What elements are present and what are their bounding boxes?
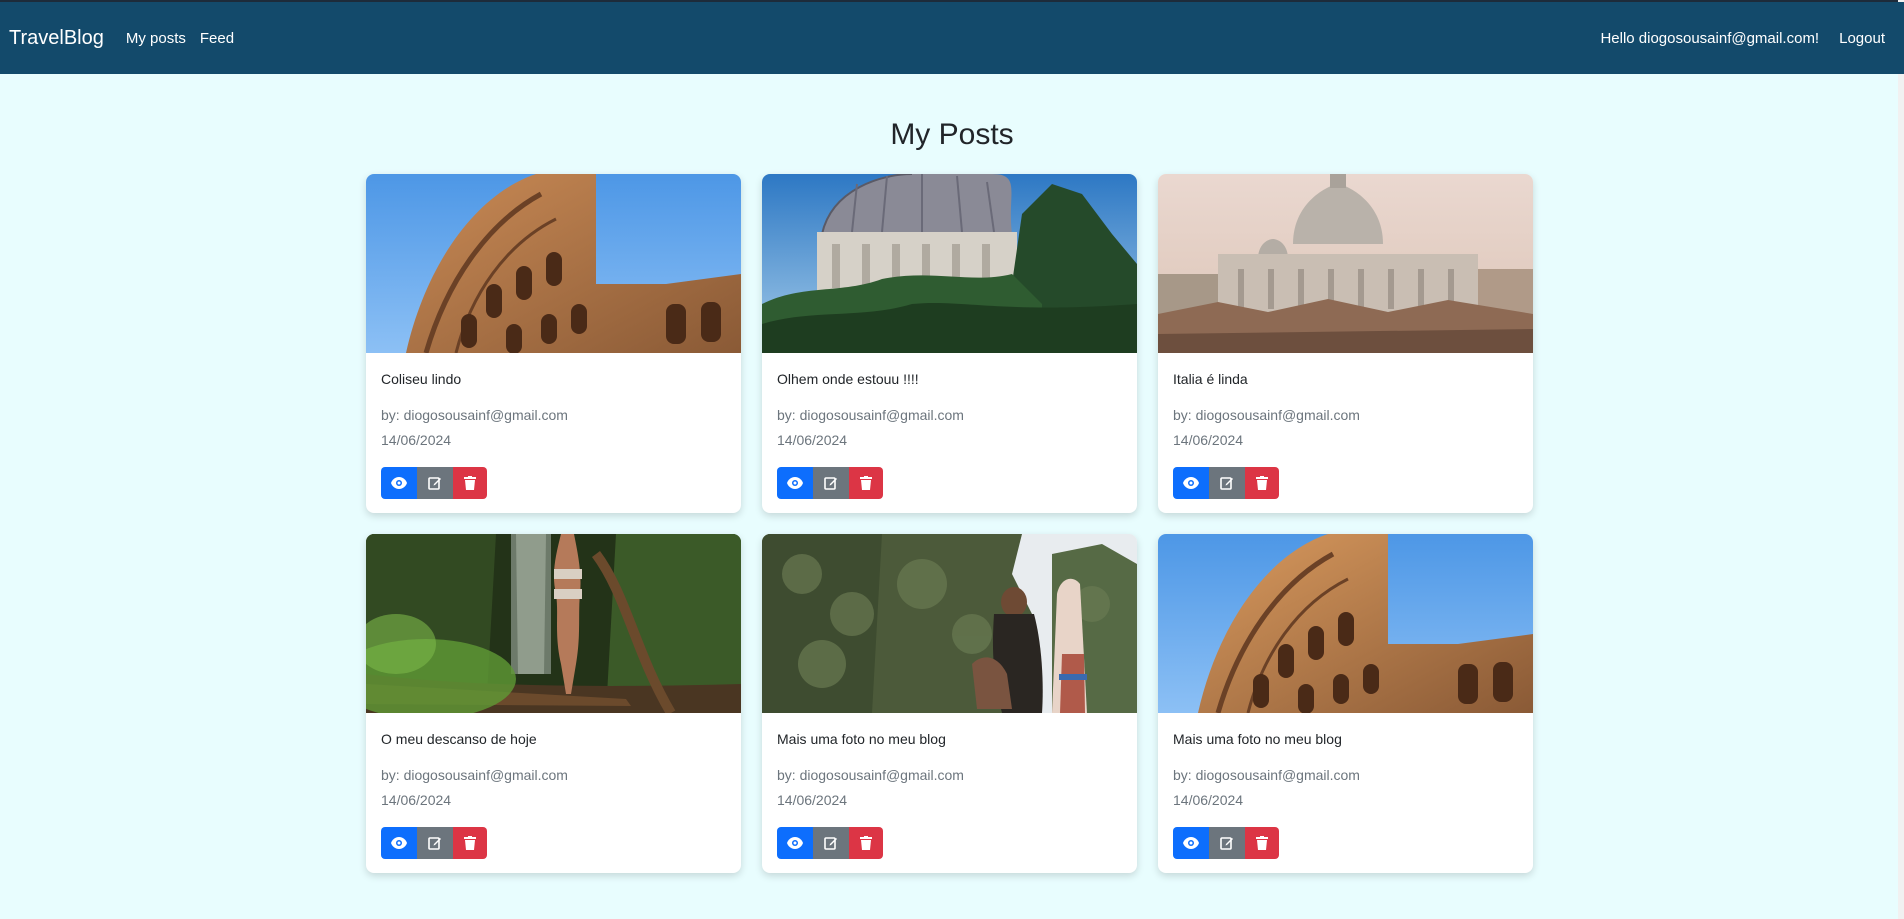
post-author: by: diogosousainf@gmail.com	[381, 767, 568, 783]
navbar: TravelBlog My posts Feed Hello diogosous…	[0, 2, 1904, 74]
delete-post-button[interactable]	[1245, 827, 1279, 859]
eye-icon	[391, 477, 407, 489]
edit-icon	[824, 477, 837, 490]
view-post-button[interactable]	[381, 827, 417, 859]
post-image-dome-trees	[762, 174, 1137, 353]
post-card: Mais uma foto no meu blog by: diogosousa…	[1158, 534, 1533, 873]
edit-post-button[interactable]	[813, 467, 849, 499]
post-date: 14/06/2024	[777, 792, 848, 808]
post-card: Mais uma foto no meu blog by: diogosousa…	[762, 534, 1137, 873]
posts-grid: Coliseu lindo by: diogosousainf@gmail.co…	[366, 174, 1533, 873]
edit-icon	[428, 837, 441, 850]
post-actions	[777, 827, 1122, 859]
post-card-body: Mais uma foto no meu blog by: diogosousa…	[1158, 731, 1533, 859]
post-card: Olhem onde estouu !!!! by: diogosousainf…	[762, 174, 1137, 513]
post-date: 14/06/2024	[1173, 432, 1244, 448]
edit-post-button[interactable]	[1209, 467, 1245, 499]
nav-right: Hello diogosousainf@gmail.com! Logout	[1600, 30, 1895, 47]
eye-icon	[391, 837, 407, 849]
logout-link[interactable]: Logout	[1839, 30, 1885, 47]
post-actions	[1173, 827, 1518, 859]
edit-icon	[1220, 477, 1233, 490]
trash-icon	[464, 476, 476, 490]
post-image-jungle-waterfall	[366, 534, 741, 713]
post-title: Coliseu lindo	[381, 371, 462, 387]
eye-icon	[1183, 477, 1199, 489]
post-date: 14/06/2024	[381, 432, 452, 448]
post-author: by: diogosousainf@gmail.com	[1173, 767, 1360, 783]
view-post-button[interactable]	[381, 467, 417, 499]
view-post-button[interactable]	[1173, 827, 1209, 859]
post-card-body: Coliseu lindo by: diogosousainf@gmail.co…	[366, 371, 741, 499]
post-card: Coliseu lindo by: diogosousainf@gmail.co…	[366, 174, 741, 513]
brand-link[interactable]: TravelBlog	[9, 27, 104, 50]
post-date: 14/06/2024	[1173, 792, 1244, 808]
page-title: My Posts	[890, 118, 1014, 151]
post-author: by: diogosousainf@gmail.com	[777, 767, 964, 783]
post-author: by: diogosousainf@gmail.com	[1173, 407, 1360, 423]
post-date: 14/06/2024	[381, 792, 452, 808]
post-actions	[1173, 467, 1518, 499]
delete-post-button[interactable]	[453, 827, 487, 859]
view-post-button[interactable]	[1173, 467, 1209, 499]
trash-icon	[1256, 476, 1268, 490]
view-post-button[interactable]	[777, 827, 813, 859]
delete-post-button[interactable]	[1245, 467, 1279, 499]
post-image-colosseum	[1158, 534, 1533, 713]
trash-icon	[860, 476, 872, 490]
delete-post-button[interactable]	[849, 827, 883, 859]
post-actions	[381, 827, 726, 859]
edit-post-button[interactable]	[813, 827, 849, 859]
post-image-vatican-skyline	[1158, 174, 1533, 353]
post-author: by: diogosousainf@gmail.com	[777, 407, 964, 423]
edit-icon	[1220, 837, 1233, 850]
post-card-body: O meu descanso de hoje by: diogosousainf…	[366, 731, 741, 859]
user-greeting: Hello diogosousainf@gmail.com!	[1600, 29, 1820, 47]
edit-post-button[interactable]	[1209, 827, 1245, 859]
eye-icon	[787, 477, 803, 489]
post-image-cliffs-boat	[762, 534, 1137, 713]
post-card-body: Italia é linda by: diogosousainf@gmail.c…	[1158, 371, 1533, 499]
delete-post-button[interactable]	[453, 467, 487, 499]
edit-post-button[interactable]	[417, 467, 453, 499]
trash-icon	[1256, 836, 1268, 850]
post-image-colosseum	[366, 174, 741, 353]
trash-icon	[860, 836, 872, 850]
eye-icon	[1183, 837, 1199, 849]
edit-post-button[interactable]	[417, 827, 453, 859]
post-actions	[777, 467, 1122, 499]
edit-icon	[824, 837, 837, 850]
post-title: O meu descanso de hoje	[381, 731, 537, 747]
post-title: Mais uma foto no meu blog	[777, 731, 946, 747]
post-author: by: diogosousainf@gmail.com	[381, 407, 568, 423]
post-card: O meu descanso de hoje by: diogosousainf…	[366, 534, 741, 873]
post-card-body: Olhem onde estouu !!!! by: diogosousainf…	[762, 371, 1137, 499]
view-post-button[interactable]	[777, 467, 813, 499]
post-date: 14/06/2024	[777, 432, 848, 448]
post-title: Olhem onde estouu !!!!	[777, 371, 919, 387]
post-title: Mais uma foto no meu blog	[1173, 731, 1342, 747]
nav-link-feed[interactable]: Feed	[200, 30, 234, 47]
delete-post-button[interactable]	[849, 467, 883, 499]
post-actions	[381, 467, 726, 499]
edit-icon	[428, 477, 441, 490]
eye-icon	[787, 837, 803, 849]
post-title: Italia é linda	[1173, 371, 1248, 387]
nav-link-my-posts[interactable]: My posts	[126, 30, 186, 47]
post-card: Italia é linda by: diogosousainf@gmail.c…	[1158, 174, 1533, 513]
trash-icon	[464, 836, 476, 850]
post-card-body: Mais uma foto no meu blog by: diogosousa…	[762, 731, 1137, 859]
